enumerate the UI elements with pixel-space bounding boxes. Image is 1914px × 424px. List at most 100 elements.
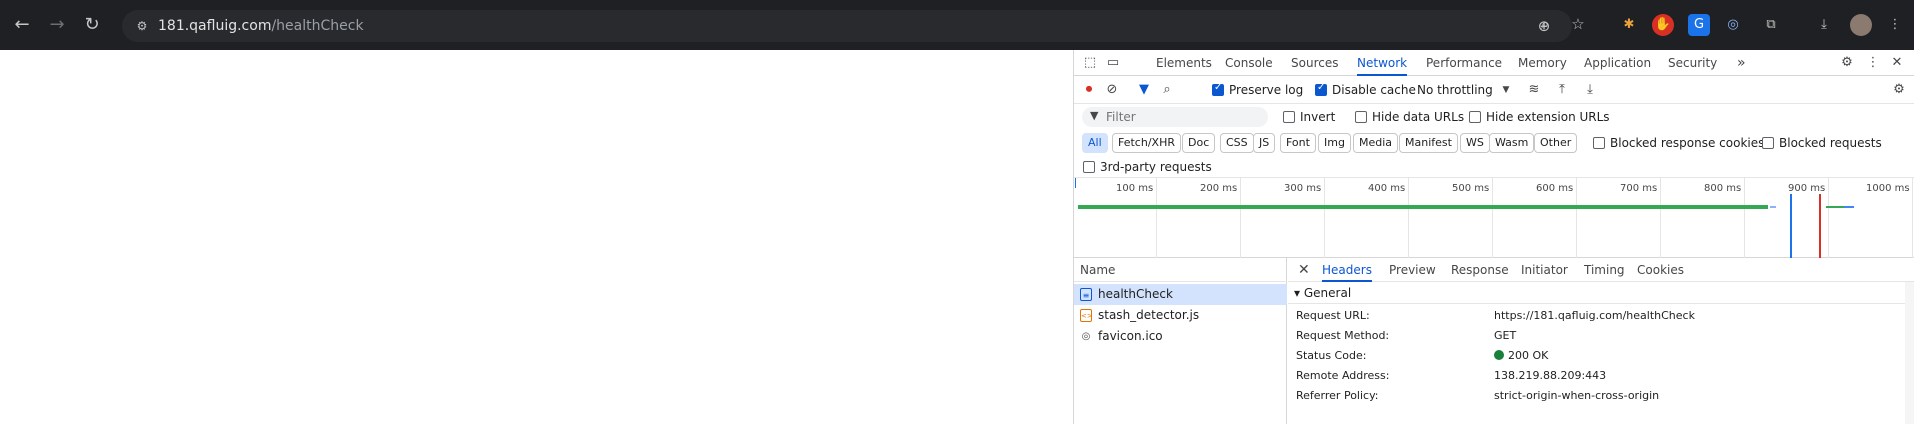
extensions-puzzle-icon[interactable]: ⧉ <box>1760 14 1782 36</box>
tab-network[interactable]: Network <box>1357 50 1408 76</box>
header-row: Request Method: GET <box>1288 326 1914 346</box>
disable-cache-checkbox[interactable] <box>1315 82 1327 96</box>
type-filter-ws[interactable]: WS <box>1460 133 1490 153</box>
reload-button[interactable]: ↻ <box>80 13 104 37</box>
type-filter-fetch-xhr[interactable]: Fetch/XHR <box>1112 133 1181 153</box>
clear-icon[interactable]: ⊘ <box>1104 82 1120 98</box>
type-filter-other[interactable]: Other <box>1534 133 1578 153</box>
request-row[interactable]: <> stash_detector.js <box>1074 305 1287 326</box>
zoom-icon[interactable]: ⌕ <box>1535 14 1555 34</box>
general-section-header[interactable]: ▾ General <box>1288 282 1914 304</box>
network-overview-timeline[interactable]: 100 ms 200 ms 300 ms 400 ms 500 ms 600 m… <box>1074 178 1914 258</box>
type-filter-font[interactable]: Font <box>1280 133 1316 153</box>
chevron-down-icon[interactable]: ▼ <box>1498 82 1514 98</box>
header-row: Referrer Policy: strict-origin-when-cros… <box>1288 386 1914 406</box>
request-name: healthCheck <box>1098 287 1173 301</box>
filter-funnel-icon[interactable]: ▼ <box>1136 82 1152 98</box>
header-value[interactable]: https://181.qafluig.com/healthCheck <box>1494 306 1695 326</box>
blocked-response-cookies-checkbox[interactable] <box>1593 137 1605 149</box>
more-tabs-button[interactable]: » <box>1737 50 1746 76</box>
request-bar-favicon <box>1844 206 1854 208</box>
tab-application[interactable]: Application <box>1584 50 1651 76</box>
name-column-header[interactable]: Name <box>1074 258 1287 282</box>
status-value[interactable]: 200 OK <box>1494 346 1548 366</box>
network-settings-gear-icon[interactable]: ⚙ <box>1891 82 1907 98</box>
header-value[interactable]: strict-origin-when-cross-origin <box>1494 386 1659 406</box>
export-har-icon[interactable]: ⤓ <box>1582 82 1598 98</box>
tab-initiator[interactable]: Initiator <box>1521 258 1568 282</box>
inspect-element-icon[interactable]: ⬚ <box>1081 54 1099 72</box>
type-filter-all[interactable]: All <box>1082 133 1108 153</box>
close-details-icon[interactable]: ✕ <box>1298 258 1310 282</box>
type-filter-js[interactable]: JS <box>1253 133 1276 153</box>
tab-response[interactable]: Response <box>1451 258 1509 282</box>
type-filter-img[interactable]: Img <box>1318 133 1351 153</box>
translate-icon[interactable]: G <box>1688 14 1710 36</box>
profile-avatar-icon[interactable] <box>1850 14 1872 36</box>
extension-circle-icon[interactable]: ◎ <box>1722 14 1744 36</box>
hide-extension-urls-checkbox[interactable] <box>1469 111 1481 123</box>
menu-kebab-icon[interactable]: ⋮ <box>1884 14 1906 36</box>
third-party-row: 3rd-party requests <box>1074 156 1914 178</box>
timeline-gridline <box>1156 178 1157 258</box>
invert-checkbox[interactable] <box>1283 111 1295 123</box>
tab-timing[interactable]: Timing <box>1584 258 1625 282</box>
request-row[interactable]: ≡ healthCheck <box>1074 284 1287 305</box>
hide-data-urls-label: Hide data URLs <box>1372 110 1465 124</box>
tab-headers[interactable]: Headers <box>1322 258 1372 282</box>
address-bar[interactable]: ⚙ 181.qafluig.com/healthCheck ⊕ <box>122 10 1572 42</box>
tab-performance[interactable]: Performance <box>1426 50 1502 76</box>
network-conditions-icon[interactable]: ≋ <box>1526 82 1542 98</box>
tab-sources[interactable]: Sources <box>1291 50 1338 76</box>
kebab-menu-icon[interactable]: ⋮ <box>1864 54 1882 72</box>
close-devtools-icon[interactable]: ✕ <box>1888 54 1906 72</box>
bookmark-star-icon[interactable]: ☆ <box>1568 14 1588 34</box>
blocked-requests-checkbox[interactable] <box>1762 137 1774 149</box>
extension-hand-icon[interactable]: ✋ <box>1652 14 1674 36</box>
timeline-tick-label: 300 ms <box>1284 183 1322 194</box>
type-filter-wasm[interactable]: Wasm <box>1489 133 1535 153</box>
record-stop-icon[interactable]: ⏺ <box>1081 82 1097 98</box>
timeline-tick-label: 500 ms <box>1452 183 1490 194</box>
device-toolbar-icon[interactable]: ▭ <box>1104 54 1122 72</box>
tab-memory[interactable]: Memory <box>1518 50 1567 76</box>
tab-preview[interactable]: Preview <box>1389 258 1436 282</box>
type-filter-manifest[interactable]: Manifest <box>1399 133 1458 153</box>
header-value[interactable]: 138.219.88.209:443 <box>1494 366 1606 386</box>
search-icon[interactable]: ⌕ <box>1159 82 1175 98</box>
import-har-icon[interactable]: ⤒ <box>1554 82 1570 98</box>
download-icon[interactable]: ⤓ <box>1813 14 1835 36</box>
request-row[interactable]: ◎ favicon.ico <box>1074 326 1287 347</box>
back-button[interactable]: ← <box>10 13 34 37</box>
timeline-gridline <box>1660 178 1661 258</box>
extension-bug-icon[interactable]: ✱ <box>1618 14 1640 36</box>
type-filter-doc[interactable]: Doc <box>1182 133 1216 153</box>
timeline-tick-label: 1000 ms <box>1866 183 1910 194</box>
hide-data-urls-checkbox[interactable] <box>1355 111 1367 123</box>
timeline-gridline <box>1324 178 1325 258</box>
timeline-tick-label: 400 ms <box>1368 183 1406 194</box>
tab-elements[interactable]: Elements <box>1156 50 1212 76</box>
request-bar-js <box>1826 206 1844 208</box>
request-details-panel: ✕ Headers Preview Response Initiator Tim… <box>1288 258 1914 424</box>
header-value[interactable]: GET <box>1494 326 1516 346</box>
settings-gear-icon[interactable]: ⚙ <box>1838 54 1856 72</box>
throttling-select[interactable]: No throttling <box>1417 83 1493 97</box>
preserve-log-checkbox[interactable] <box>1212 82 1224 96</box>
site-info-icon[interactable]: ⚙ <box>134 18 150 34</box>
filter-input[interactable] <box>1106 109 1256 125</box>
third-party-checkbox[interactable] <box>1083 161 1095 173</box>
timeline-tick-label: 700 ms <box>1620 183 1658 194</box>
filter-input-box[interactable]: ▼ <box>1082 107 1268 127</box>
load-event-marker <box>1819 194 1821 258</box>
tab-security[interactable]: Security <box>1668 50 1717 76</box>
type-filter-media[interactable]: Media <box>1353 133 1399 153</box>
tab-cookies[interactable]: Cookies <box>1637 258 1684 282</box>
url-text[interactable]: 181.qafluig.com/healthCheck <box>158 18 364 34</box>
devtools-tab-bar: ⬚ ▭ Elements Console Sources Network Per… <box>1074 50 1914 76</box>
details-scrollbar[interactable] <box>1905 282 1914 424</box>
forward-button[interactable]: → <box>45 13 69 37</box>
type-filter-css[interactable]: CSS <box>1220 133 1254 153</box>
network-toolbar: ⏺ ⊘ ▼ ⌕ Preserve log Disable cache No th… <box>1074 76 1914 104</box>
tab-console[interactable]: Console <box>1225 50 1273 76</box>
